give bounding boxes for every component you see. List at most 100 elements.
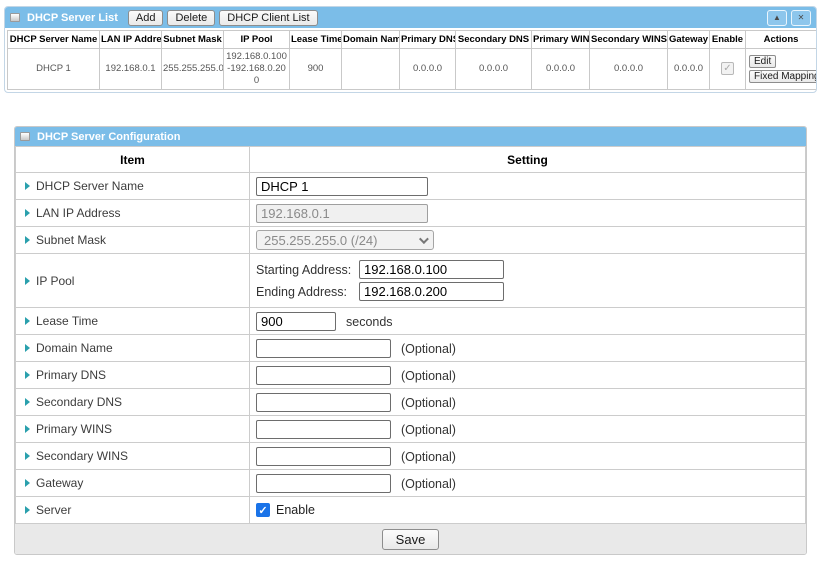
item-label: LAN IP Address: [36, 206, 121, 220]
config-title: DHCP Server Configuration: [37, 131, 180, 143]
item-bullet-icon: [25, 398, 30, 406]
seconds-label: seconds: [346, 315, 393, 329]
edit-button[interactable]: Edit: [749, 55, 776, 68]
optional-text: (Optional): [401, 450, 456, 464]
row-secondary-wins: Secondary WINS (Optional): [16, 443, 806, 470]
col-primary-wins: Primary WINS: [532, 31, 590, 49]
panel-icon: [20, 132, 30, 141]
config-header-row: Item Setting: [16, 147, 806, 173]
col-lease-time: Lease Time: [290, 31, 342, 49]
col-secondary-dns: Secondary DNS: [456, 31, 532, 49]
cell-subnet-mask: 255.255.255.0: [162, 49, 224, 90]
config-footer: Save: [15, 524, 806, 554]
item-bullet-icon: [25, 371, 30, 379]
row-domain-name: Domain Name (Optional): [16, 335, 806, 362]
lease-time-input[interactable]: [256, 312, 336, 331]
cell-domain-name: [342, 49, 400, 90]
item-label: IP Pool: [36, 274, 74, 288]
item-bullet-icon: [25, 236, 30, 244]
col-actions: Actions: [746, 31, 817, 49]
enable-checkbox-disabled: [721, 62, 734, 75]
dhcp-server-list-panel: DHCP Server List Add Delete DHCP Client …: [4, 6, 817, 93]
row-primary-wins: Primary WINS (Optional): [16, 416, 806, 443]
secondary-dns-input[interactable]: [256, 393, 391, 412]
optional-text: (Optional): [401, 342, 456, 356]
cell-lease-time: 900: [290, 49, 342, 90]
optional-text: (Optional): [401, 396, 456, 410]
row-lease-time: Lease Time seconds: [16, 308, 806, 335]
col-secondary-wins: Secondary WINS: [590, 31, 668, 49]
subnet-mask-select: 255.255.255.0 (/24): [256, 230, 434, 250]
primary-wins-input[interactable]: [256, 420, 391, 439]
cell-lan-ip: 192.168.0.1: [100, 49, 162, 90]
optional-text: (Optional): [401, 477, 456, 491]
item-label: Secondary DNS: [36, 395, 122, 409]
item-label: Gateway: [36, 476, 83, 490]
cell-actions: Edit Fixed Mapping: [746, 49, 817, 90]
item-label: Lease Time: [36, 314, 98, 328]
window-buttons: ▲ ✕: [767, 10, 811, 26]
item-label: Subnet Mask: [36, 233, 106, 247]
col-domain-name: Domain Name: [342, 31, 400, 49]
col-subnet-mask: Subnet Mask: [162, 31, 224, 49]
dhcp-server-name-input[interactable]: [256, 177, 428, 196]
ending-address-input[interactable]: [359, 282, 504, 301]
item-bullet-icon: [25, 452, 30, 460]
row-secondary-dns: Secondary DNS (Optional): [16, 389, 806, 416]
close-icon[interactable]: ✕: [791, 10, 811, 26]
config-titlebar: DHCP Server Configuration: [15, 127, 806, 146]
subnet-mask-value: 255.255.255.0 (/24): [264, 233, 377, 248]
table-row: DHCP 1 192.168.0.1 255.255.255.0 192.168…: [8, 49, 817, 90]
item-header: Item: [16, 147, 250, 173]
cell-secondary-dns: 0.0.0.0: [456, 49, 532, 90]
row-dhcp-server-name: DHCP Server Name: [16, 173, 806, 200]
cell-name: DHCP 1: [8, 49, 100, 90]
server-list-titlebar: DHCP Server List Add Delete DHCP Client …: [5, 7, 816, 28]
item-bullet-icon: [25, 344, 30, 352]
chevron-down-icon: [419, 234, 429, 244]
collapse-icon[interactable]: ▲: [767, 10, 787, 26]
item-bullet-icon: [25, 182, 30, 190]
col-primary-dns: Primary DNS: [400, 31, 456, 49]
server-enable-checkbox[interactable]: [256, 503, 270, 517]
item-bullet-icon: [25, 277, 30, 285]
col-gateway: Gateway: [668, 31, 710, 49]
item-bullet-icon: [25, 506, 30, 514]
cell-secondary-wins: 0.0.0.0: [590, 49, 668, 90]
optional-text: (Optional): [401, 423, 456, 437]
secondary-wins-input[interactable]: [256, 447, 391, 466]
dhcp-client-list-button[interactable]: DHCP Client List: [219, 10, 317, 26]
delete-button[interactable]: Delete: [167, 10, 215, 26]
primary-dns-input[interactable]: [256, 366, 391, 385]
save-button[interactable]: Save: [382, 529, 440, 550]
item-label: Domain Name: [36, 341, 113, 355]
item-label: Primary WINS: [36, 422, 112, 436]
item-label: DHCP Server Name: [36, 179, 144, 193]
add-button[interactable]: Add: [128, 10, 164, 26]
starting-address-input[interactable]: [359, 260, 504, 279]
server-list-title: DHCP Server List: [27, 12, 118, 24]
cell-primary-wins: 0.0.0.0: [532, 49, 590, 90]
row-primary-dns: Primary DNS (Optional): [16, 362, 806, 389]
fixed-mapping-button[interactable]: Fixed Mapping: [749, 70, 817, 83]
col-enable: Enable: [710, 31, 746, 49]
setting-header: Setting: [250, 147, 806, 173]
item-label: Secondary WINS: [36, 449, 128, 463]
item-bullet-icon: [25, 425, 30, 433]
panel-icon: [10, 13, 20, 22]
row-lan-ip-address: LAN IP Address: [16, 200, 806, 227]
domain-name-input[interactable]: [256, 339, 391, 358]
item-bullet-icon: [25, 317, 30, 325]
dhcp-server-configuration-panel: DHCP Server Configuration Item Setting D…: [14, 126, 807, 555]
item-bullet-icon: [25, 479, 30, 487]
gateway-input[interactable]: [256, 474, 391, 493]
col-ip-pool: IP Pool: [224, 31, 290, 49]
starting-address-label: Starting Address:: [256, 263, 359, 277]
config-table: Item Setting DHCP Server Name LAN IP Add…: [15, 146, 806, 524]
row-server: Server Enable: [16, 497, 806, 524]
cell-ip-pool: 192.168.0.100-192.168.0.200: [224, 49, 290, 90]
server-list-header-row: DHCP Server Name LAN IP Address Subnet M…: [8, 31, 817, 49]
row-subnet-mask: Subnet Mask 255.255.255.0 (/24): [16, 227, 806, 254]
ending-address-label: Ending Address:: [256, 285, 359, 299]
cell-gateway: 0.0.0.0: [668, 49, 710, 90]
